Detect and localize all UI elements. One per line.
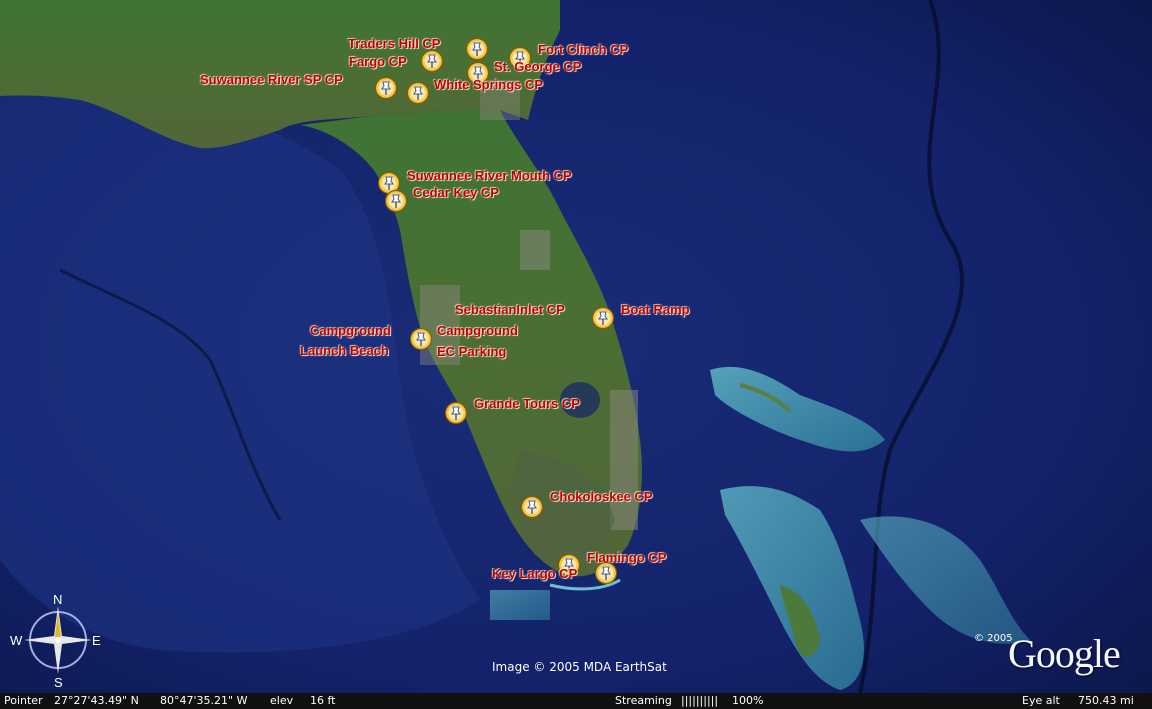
pushpin-icon[interactable] bbox=[591, 306, 615, 330]
placemark-label-white-springs[interactable]: White Springs CP bbox=[434, 78, 543, 92]
pushpin-icon[interactable] bbox=[409, 327, 433, 351]
compass-s: S bbox=[54, 675, 63, 688]
urban-area bbox=[520, 230, 550, 270]
pushpin-icon[interactable] bbox=[374, 76, 398, 100]
pushpin-icon[interactable] bbox=[406, 81, 430, 105]
streaming-label: Streaming bbox=[615, 694, 672, 707]
eye-altitude-value: 750.43 mi bbox=[1078, 694, 1134, 707]
brand-copyright: © 2005 bbox=[974, 633, 1013, 644]
map-viewport[interactable]: Traders Hill CP Fort Clinch CP Fargo CP … bbox=[0, 0, 1152, 693]
placemark-label-campground-east[interactable]: Campground bbox=[437, 324, 518, 338]
elevation-value: 16 ft bbox=[310, 694, 336, 707]
placemark-label-chokoloskee[interactable]: Chokoloskee CP bbox=[550, 490, 653, 504]
pointer-latitude: 27°27'43.49" N bbox=[54, 694, 139, 707]
pushpin-icon[interactable] bbox=[520, 495, 544, 519]
placemark-label-fort-clinch[interactable]: Fort Clinch CP bbox=[538, 43, 628, 57]
compass-rose-icon[interactable]: N S E W bbox=[10, 592, 106, 688]
streaming-percent: 100% bbox=[732, 694, 764, 707]
urban-area bbox=[610, 390, 638, 530]
pushpin-icon[interactable] bbox=[465, 37, 489, 61]
compass-w: W bbox=[10, 633, 23, 648]
placemark-label-launch-beach[interactable]: Launch Beach bbox=[300, 344, 389, 358]
placemark-label-fargo[interactable]: Fargo CP bbox=[349, 55, 407, 69]
keys-shallows bbox=[490, 590, 550, 620]
placemark-label-suwannee-river-mouth[interactable]: Suwannee River Mouth CP bbox=[407, 169, 572, 183]
status-bar: Pointer 27°27'43.49" N 80°47'35.21" W el… bbox=[0, 693, 1152, 709]
placemark-label-st-george[interactable]: St. George CP bbox=[494, 60, 581, 74]
google-logo: Google bbox=[1008, 631, 1121, 676]
satellite-map[interactable] bbox=[0, 0, 1152, 693]
placemark-label-cedar-key[interactable]: Cedar Key CP bbox=[413, 186, 499, 200]
pointer-longitude: 80°47'35.21" W bbox=[160, 694, 248, 707]
placemark-label-suwannee-river-sp[interactable]: Suwannee River SP CP bbox=[200, 73, 343, 87]
pushpin-icon[interactable] bbox=[420, 49, 444, 73]
placemark-label-campground-west[interactable]: Campground bbox=[310, 324, 391, 338]
pushpin-icon[interactable] bbox=[444, 401, 468, 425]
pushpin-icon[interactable] bbox=[594, 561, 618, 585]
placemark-label-key-largo[interactable]: Key Largo CP bbox=[492, 567, 577, 581]
placemark-label-ec-parking[interactable]: EC Parking bbox=[437, 345, 506, 359]
streaming-progress-bar: |||||||||| bbox=[681, 694, 719, 707]
elevation-label: elev bbox=[270, 694, 294, 707]
eye-altitude-label: Eye alt bbox=[1022, 694, 1060, 707]
compass-e: E bbox=[92, 633, 101, 648]
pointer-label: Pointer bbox=[4, 694, 43, 707]
placemark-label-sebastian-inlet[interactable]: SebastianInlet CP bbox=[455, 303, 565, 317]
imagery-credit: Image © 2005 MDA EarthSat bbox=[492, 660, 667, 674]
placemark-label-boat-ramp[interactable]: Boat Ramp bbox=[621, 303, 690, 317]
pushpin-icon[interactable] bbox=[384, 189, 408, 213]
compass-n: N bbox=[53, 592, 62, 607]
placemark-label-grande-tours[interactable]: Grande Tours CP bbox=[474, 397, 580, 411]
